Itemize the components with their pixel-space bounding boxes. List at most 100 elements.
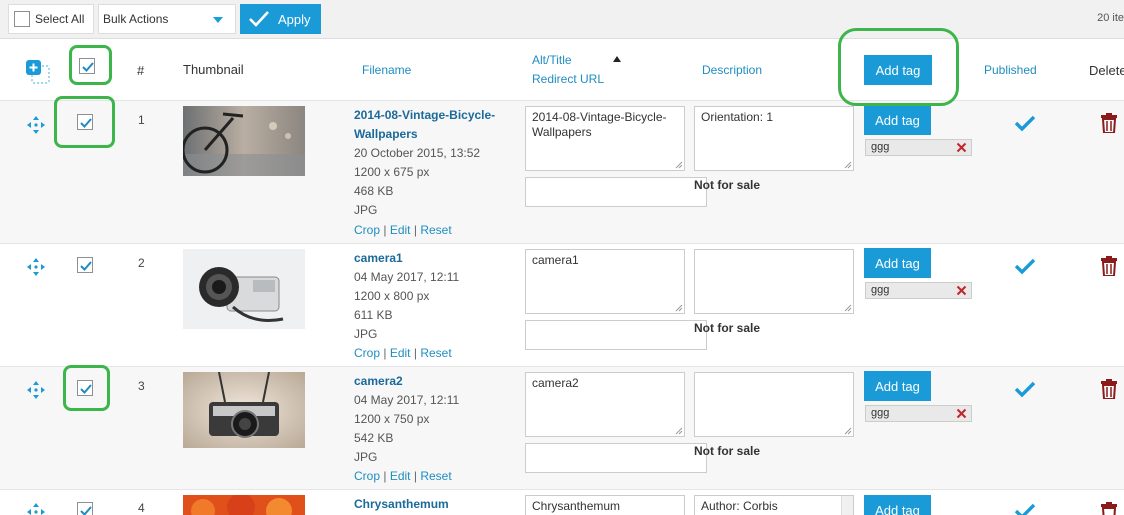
edit-link[interactable]: Edit <box>390 346 411 360</box>
description-value: Author: Corbis <box>701 499 778 513</box>
description-textarea[interactable] <box>694 372 854 437</box>
file-type: JPG <box>354 450 378 464</box>
bulk-actions-value: Bulk Actions <box>103 12 169 26</box>
scrollbar[interactable] <box>841 496 853 515</box>
apply-label: Apply <box>278 11 311 27</box>
bicycle-thumbnail[interactable] <box>183 106 305 176</box>
resize-grip-icon[interactable] <box>675 427 683 435</box>
select-all-label: Select All <box>35 12 85 26</box>
move-handle-icon[interactable] <box>26 380 46 400</box>
redirect-url-input[interactable] <box>525 177 707 207</box>
reset-link[interactable]: Reset <box>420 469 451 483</box>
tag-chip: ggg <box>865 405 972 422</box>
highlight-row3-checkbox <box>63 365 110 411</box>
column-thumbnail: Thumbnail <box>183 62 244 77</box>
separator: | <box>413 469 417 483</box>
bulk-actions-select[interactable]: Bulk Actions <box>98 4 236 34</box>
add-tag-button[interactable]: Add tag <box>864 371 931 401</box>
alt-title-textarea[interactable]: 2014-08-Vintage-Bicycle-Wallpapers <box>525 106 685 171</box>
file-type: JPG <box>354 327 378 341</box>
column-delete: Delete <box>1089 63 1124 78</box>
redirect-url-input[interactable] <box>525 320 707 350</box>
add-images-icon[interactable] <box>25 59 51 85</box>
remove-tag-icon[interactable] <box>956 142 967 153</box>
resize-grip-icon[interactable] <box>675 161 683 169</box>
delete-trash-icon[interactable] <box>1100 256 1118 276</box>
crop-link[interactable]: Crop <box>354 223 380 237</box>
row-number: 1 <box>138 113 145 127</box>
published-check-icon[interactable] <box>1014 114 1036 132</box>
file-size: 611 KB <box>354 308 393 322</box>
column-published[interactable]: Published <box>984 63 1037 77</box>
file-name-link[interactable]: Chrysanthemum <box>354 495 514 514</box>
item-count: 20 ite <box>1097 12 1124 24</box>
column-redirect-url[interactable]: Redirect URL <box>532 72 604 86</box>
column-description[interactable]: Description <box>702 63 762 77</box>
alt-title-textarea[interactable]: camera2 <box>525 372 685 437</box>
move-handle-icon[interactable] <box>26 257 46 277</box>
resize-grip-icon[interactable] <box>844 161 852 169</box>
bulk-toolbar: Select All Bulk Actions Apply 20 ite <box>0 0 1124 38</box>
add-tag-button[interactable]: Add tag <box>864 105 931 135</box>
edit-link[interactable]: Edit <box>390 469 411 483</box>
separator: | <box>413 346 417 360</box>
published-check-icon[interactable] <box>1014 502 1036 515</box>
alt-title-value: Chrysanthemum <box>532 499 621 513</box>
add-tag-button[interactable]: Add tag <box>864 495 931 515</box>
chrysanthemum-thumbnail[interactable] <box>183 495 305 515</box>
alt-title-value: 2014-08-Vintage-Bicycle-Wallpapers <box>532 110 667 139</box>
resize-grip-icon[interactable] <box>675 304 683 312</box>
published-check-icon[interactable] <box>1014 380 1036 398</box>
column-filename[interactable]: Filename <box>362 63 411 77</box>
camera2-thumbnail[interactable] <box>183 372 305 448</box>
resize-grip-icon[interactable] <box>844 427 852 435</box>
column-alt-title[interactable]: Alt/Title <box>532 53 572 67</box>
file-dimensions: 1200 x 750 px <box>354 412 430 426</box>
crop-link[interactable]: Crop <box>354 346 380 360</box>
camera1-thumbnail[interactable] <box>183 249 305 329</box>
select-all-control[interactable]: Select All <box>8 4 94 34</box>
apply-button[interactable]: Apply <box>240 4 321 34</box>
move-handle-icon[interactable] <box>26 115 46 135</box>
reset-link[interactable]: Reset <box>420 223 451 237</box>
file-type: JPG <box>354 203 378 217</box>
edit-link[interactable]: Edit <box>390 223 411 237</box>
file-name-link[interactable]: camera2 <box>354 372 514 391</box>
crop-link[interactable]: Crop <box>354 469 380 483</box>
table-row: 4 Chrysanthemum Chrysanthemum Author: Co… <box>0 490 1124 515</box>
description-value: Orientation: 1 <box>701 110 774 124</box>
separator: | <box>383 469 387 483</box>
highlight-add-tag-button <box>838 28 959 106</box>
highlight-row1-checkbox <box>54 96 115 148</box>
remove-tag-icon[interactable] <box>956 408 967 419</box>
row-select-checkbox[interactable] <box>77 502 93 515</box>
description-textarea[interactable] <box>694 249 854 314</box>
tag-label: ggg <box>871 284 890 296</box>
alt-title-textarea[interactable]: Chrysanthemum <box>525 495 685 515</box>
row-select-checkbox[interactable] <box>77 257 93 273</box>
separator: | <box>383 346 387 360</box>
move-handle-icon[interactable] <box>26 502 46 515</box>
reset-link[interactable]: Reset <box>420 346 451 360</box>
add-tag-button[interactable]: Add tag <box>864 248 931 278</box>
published-check-icon[interactable] <box>1014 257 1036 275</box>
tag-chip: ggg <box>865 139 972 156</box>
alt-title-value: camera1 <box>532 253 579 267</box>
file-name-link[interactable]: 2014-08-Vintage-Bicycle-Wallpapers <box>354 106 514 144</box>
column-number: # <box>137 63 145 78</box>
alt-title-textarea[interactable]: camera1 <box>525 249 685 314</box>
delete-trash-icon[interactable] <box>1100 113 1118 133</box>
table-row: 3 camera2 04 May 2017, 12:11 1200 x 750 … <box>0 367 1124 490</box>
description-textarea[interactable]: Author: Corbis <box>694 495 854 515</box>
checkbox-check-icon <box>80 506 92 515</box>
description-textarea[interactable]: Orientation: 1 <box>694 106 854 171</box>
redirect-url-input[interactable] <box>525 443 707 473</box>
file-name-link[interactable]: camera1 <box>354 249 514 268</box>
delete-trash-icon[interactable] <box>1100 379 1118 399</box>
remove-tag-icon[interactable] <box>956 285 967 296</box>
delete-trash-icon[interactable] <box>1100 502 1118 515</box>
alt-title-value: camera2 <box>532 376 579 390</box>
select-all-checkbox[interactable] <box>14 11 30 27</box>
row-number: 3 <box>138 379 145 393</box>
resize-grip-icon[interactable] <box>844 304 852 312</box>
